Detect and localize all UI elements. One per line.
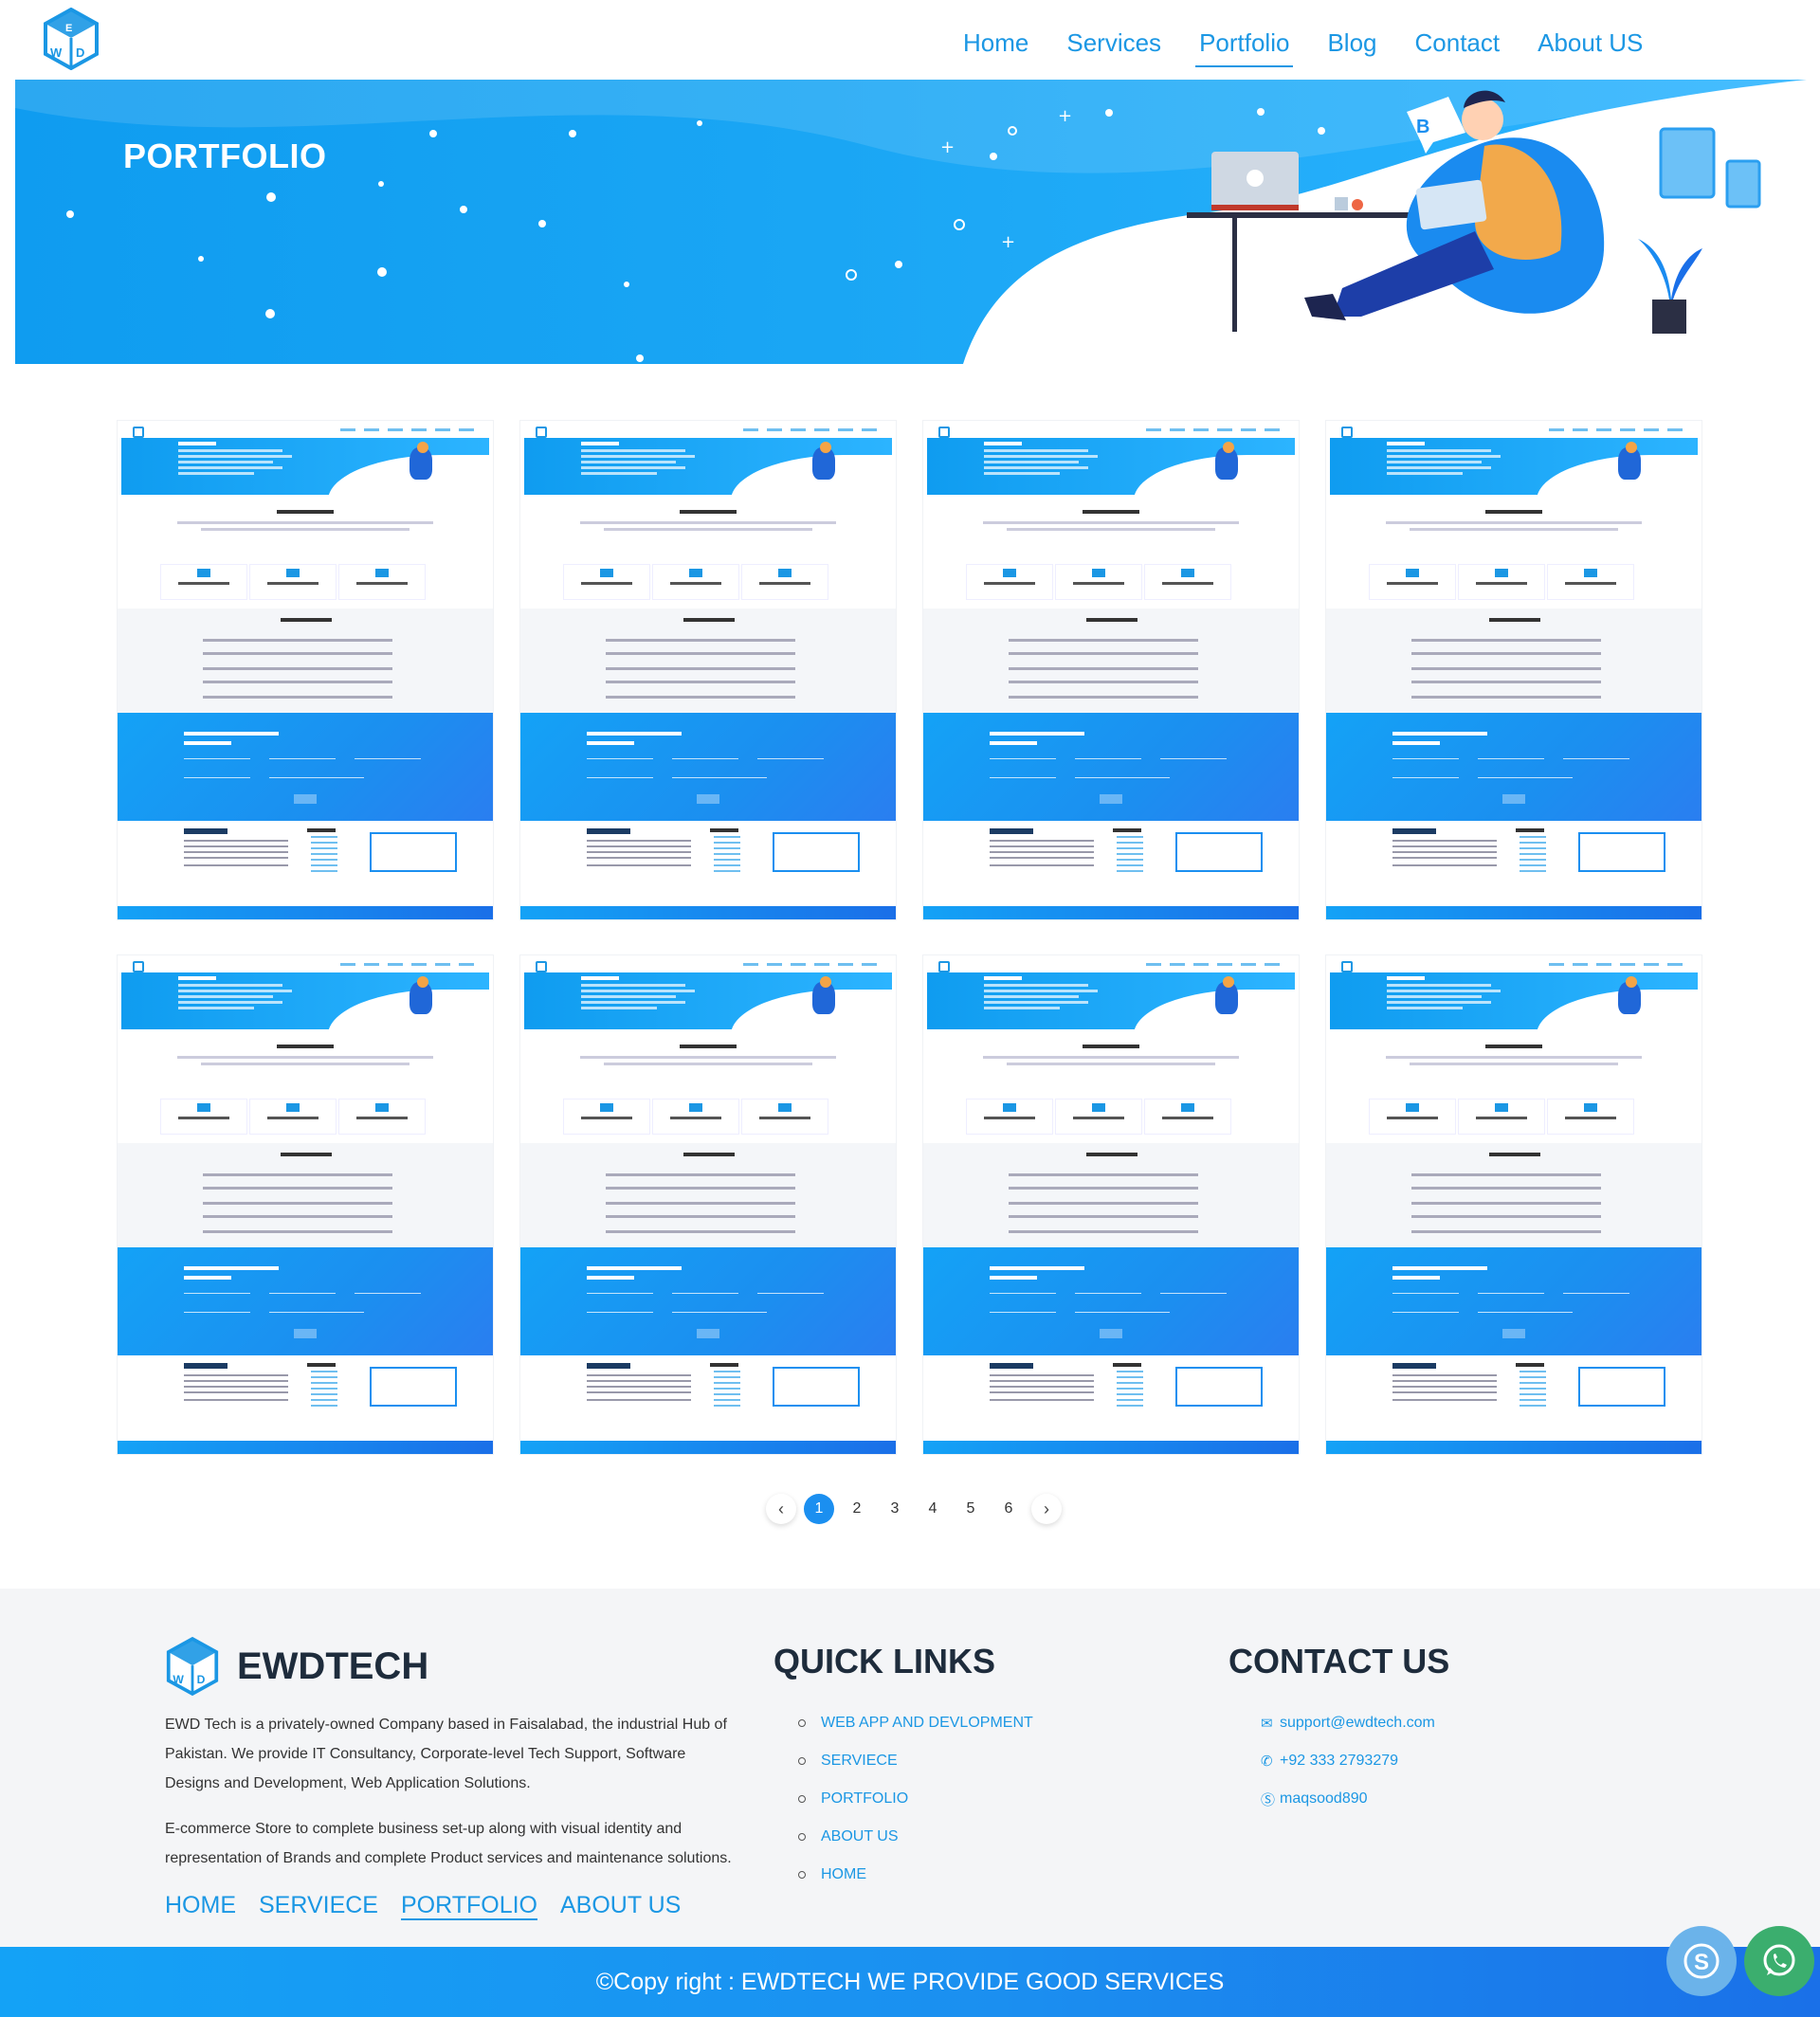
svg-text:D: D: [197, 1673, 206, 1686]
ewdtech-logo-icon[interactable]: W D E: [42, 8, 100, 70]
hero-illustration: + + + B: [15, 80, 1807, 364]
nav-portfolio[interactable]: Portfolio: [1180, 28, 1308, 67]
svg-text:S: S: [1694, 1950, 1709, 1975]
contact-phone[interactable]: ✆ +92 333 2793279: [1261, 1742, 1435, 1780]
contact-us-heading: CONTACT US: [1228, 1642, 1450, 1681]
quick-links-list: WEB APP AND DEVLOPMENT SERVIECE PORTFOLI…: [798, 1704, 1033, 1894]
page-title: PORTFOLIO: [123, 136, 327, 175]
svg-text:W: W: [173, 1673, 184, 1686]
page-4[interactable]: 4: [918, 1494, 948, 1524]
nav-contact[interactable]: Contact: [1396, 28, 1520, 58]
main-menu: Home Services Portfolio Blog Contact Abo…: [944, 28, 1662, 67]
nav-home[interactable]: Home: [944, 28, 1047, 58]
phone-icon: ✆: [1261, 1754, 1273, 1770]
footer-nav: HOME SERVIECE PORTFOLIO ABOUT US: [165, 1892, 681, 1919]
portfolio-item[interactable]: [520, 955, 896, 1454]
portfolio-item[interactable]: [1326, 955, 1702, 1454]
footer-logo-icon: W D: [166, 1636, 219, 1697]
skype-float-button[interactable]: S: [1666, 1926, 1737, 1996]
quick-links-heading: QUICK LINKS: [774, 1642, 995, 1681]
quick-link-home[interactable]: HOME: [798, 1856, 1033, 1894]
portfolio-grid: [118, 421, 1704, 1454]
quick-link-web-app[interactable]: WEB APP AND DEVLOPMENT: [798, 1704, 1033, 1742]
chevron-right-icon[interactable]: ›: [1031, 1494, 1062, 1524]
contact-phone-text: +92 333 2793279: [1280, 1753, 1399, 1769]
portfolio-item[interactable]: [118, 955, 493, 1454]
footer-link-portfolio[interactable]: PORTFOLIO: [401, 1892, 537, 1919]
quick-link-about-us[interactable]: ABOUT US: [798, 1818, 1033, 1856]
footer: W D EWDTECH EWD Tech is a privately-owne…: [0, 1589, 1820, 1947]
nav-services[interactable]: Services: [1047, 28, 1180, 58]
svg-text:W: W: [50, 45, 63, 60]
skype-icon: S: [1684, 1943, 1720, 1979]
portfolio-item[interactable]: [923, 421, 1299, 919]
pagination: ‹ 1 2 3 4 5 6 ›: [766, 1494, 1062, 1524]
page-1[interactable]: 1: [804, 1494, 834, 1524]
svg-text:E: E: [65, 23, 72, 34]
whatsapp-float-button[interactable]: [1744, 1926, 1814, 1996]
svg-text:+: +: [1058, 106, 1072, 126]
svg-text:+: +: [1001, 232, 1015, 252]
page-6[interactable]: 6: [993, 1494, 1024, 1524]
quick-link-portfolio[interactable]: PORTFOLIO: [798, 1780, 1033, 1818]
portfolio-item[interactable]: [520, 421, 896, 919]
footer-about-text-2: E-commerce Store to complete business se…: [165, 1821, 732, 1866]
portfolio-item[interactable]: [923, 955, 1299, 1454]
page-5[interactable]: 5: [956, 1494, 986, 1524]
skype-icon: Ⓢ: [1261, 1791, 1276, 1808]
contact-email-text: support@ewdtech.com: [1280, 1715, 1435, 1731]
footer-about-text: EWD Tech is a privately-owned Company ba…: [165, 1717, 727, 1791]
chevron-left-icon[interactable]: ‹: [766, 1494, 796, 1524]
copyright-text: ©Copy right : EWDTECH WE PROVIDE GOOD SE…: [595, 1968, 1225, 1995]
nav-about-us[interactable]: About US: [1519, 28, 1662, 58]
svg-text:D: D: [76, 45, 84, 60]
footer-link-about-us[interactable]: ABOUT US: [560, 1892, 681, 1919]
footer-brand: EWDTECH: [237, 1645, 429, 1687]
contact-skype-text: maqsood890: [1280, 1790, 1368, 1807]
footer-link-home[interactable]: HOME: [165, 1892, 236, 1919]
footer-link-serviece[interactable]: SERVIECE: [259, 1892, 378, 1919]
page-2[interactable]: 2: [842, 1494, 872, 1524]
contact-skype[interactable]: Ⓢmaqsood890: [1261, 1780, 1435, 1818]
quick-link-serviece[interactable]: SERVIECE: [798, 1742, 1033, 1780]
nav-blog[interactable]: Blog: [1308, 28, 1395, 58]
hero-banner: + + + B PORTFOLIO: [15, 80, 1807, 364]
svg-text:+: +: [940, 137, 955, 157]
copyright-bar: ©Copy right : EWDTECH WE PROVIDE GOOD SE…: [0, 1947, 1820, 2017]
email-icon: ✉: [1261, 1716, 1273, 1732]
portfolio-item[interactable]: [118, 421, 493, 919]
contact-email[interactable]: ✉ support@ewdtech.com: [1261, 1704, 1435, 1742]
page-3[interactable]: 3: [880, 1494, 910, 1524]
svg-text:B: B: [1416, 117, 1429, 137]
top-navbar: W D E Home Services Portfolio Blog Conta…: [0, 0, 1820, 80]
portfolio-item[interactable]: [1326, 421, 1702, 919]
whatsapp-icon: [1763, 1944, 1795, 1976]
contact-list: ✉ support@ewdtech.com ✆ +92 333 2793279 Ⓢm…: [1261, 1704, 1435, 1818]
